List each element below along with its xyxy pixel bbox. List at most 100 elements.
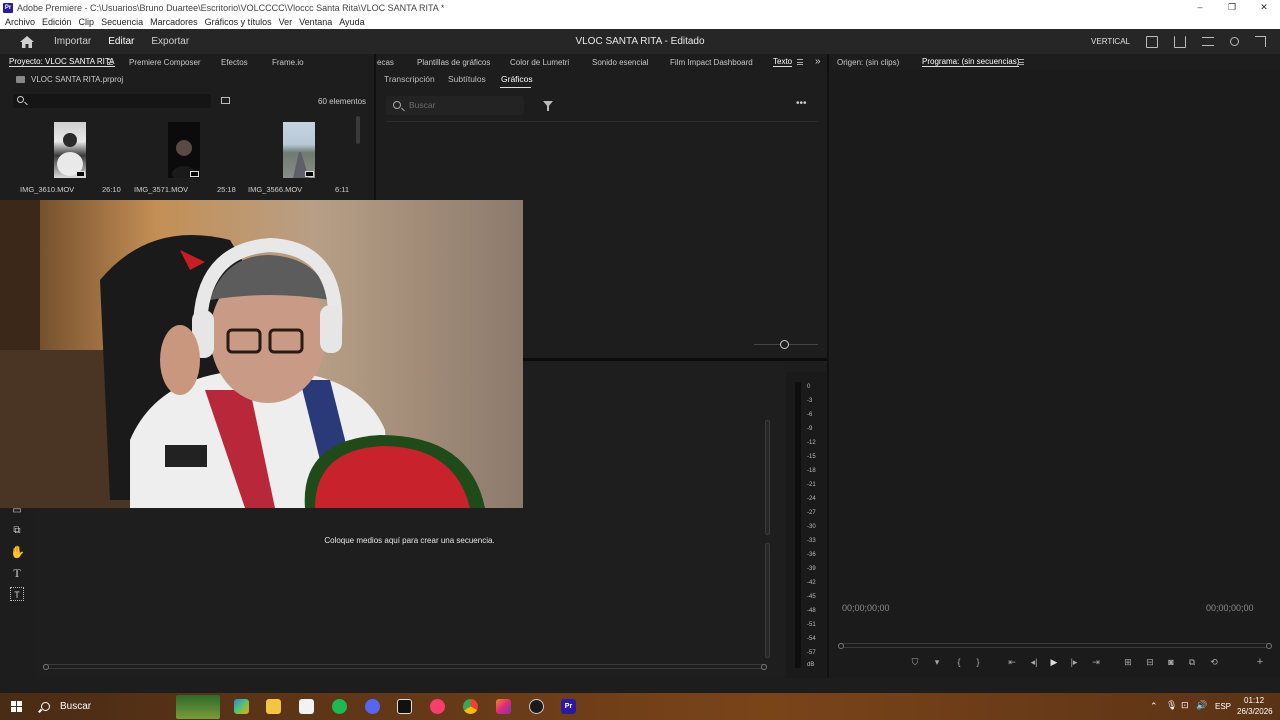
graphics-search-input[interactable]: Buscar [386,96,524,115]
panel-overflow-icon[interactable]: » [815,56,821,67]
insert-icon[interactable]: ⊞ [1122,655,1134,669]
instagram-icon[interactable] [496,699,511,714]
show-hidden-icons-icon[interactable]: ⌃ [1150,701,1158,712]
menu-ventana[interactable]: Ventana [299,17,332,27]
project-scrollbar[interactable] [356,116,360,144]
clock-date[interactable]: 26/3/2026 [1237,707,1273,716]
export-frame-icon[interactable]: ◙ [1165,655,1177,669]
spotify-icon[interactable] [332,699,347,714]
widgets-icon[interactable] [176,695,220,719]
add-marker-icon[interactable]: ⛉ [909,655,921,669]
workspace-layout-label[interactable]: VERTICAL [1091,37,1130,46]
tab-proyecto[interactable]: Proyecto: VLOC SANTA RITA [9,57,115,67]
premiere-taskbar-icon[interactable]: Pr [561,699,576,714]
panel-menu-icon[interactable] [797,59,803,65]
thumbnail-size-slider-knob[interactable] [780,340,789,349]
timecode-playhead[interactable]: 00;00;00;00 [842,603,890,613]
restore-button[interactable]: ❐ [1216,0,1248,15]
tab-premiere-composer[interactable]: Premiere Composer [129,58,201,67]
tab-bibliotecas[interactable]: ecas [377,58,394,67]
tab-sonido-esencial[interactable]: Sonido esencial [592,58,648,67]
microsoft-store-icon[interactable] [299,699,314,714]
program-monitor[interactable] [830,70,1280,678]
overwrite-icon[interactable]: ⊟ [1144,655,1156,669]
menu-secuencia[interactable]: Secuencia [101,17,143,27]
timeline-hscroll-right-handle[interactable] [761,664,767,670]
filter-icon[interactable] [543,101,553,111]
quick-settings-icon[interactable] [1202,37,1214,46]
workspace-editar[interactable]: Editar [108,36,134,47]
timeline-vscroll-bottom[interactable] [765,543,770,658]
panel-menu-icon[interactable] [1018,59,1024,65]
subtab-graficos[interactable]: Gráficos [501,74,533,84]
step-forward-icon[interactable]: |▸ [1068,655,1080,669]
home-icon[interactable] [20,35,34,48]
subtab-transcripcion[interactable]: Transcripción [384,74,435,84]
timeline-hscroll[interactable] [43,664,767,670]
menu-graficos[interactable]: Gráficos y títulos [205,17,272,27]
mark-in-icon[interactable]: { [953,655,965,669]
close-button[interactable]: ✕ [1248,0,1280,15]
comparison-view-icon[interactable]: ⧉ [1186,655,1198,669]
tab-origen[interactable]: Origen: (sin clips) [837,58,899,67]
taskbar-search[interactable]: Buscar [34,695,174,718]
step-back-icon[interactable]: ◂| [1028,655,1040,669]
fullscreen-icon[interactable] [1255,36,1266,47]
clip-thumbnail[interactable] [283,122,315,178]
discord-icon[interactable] [365,699,380,714]
itunes-icon[interactable] [430,699,445,714]
microphone-icon[interactable]: 🎙 [1166,700,1177,711]
tab-programa[interactable]: Programa: (sin secuencias) [922,57,1020,67]
clock-time[interactable]: 01:12 [1244,696,1264,705]
slip-tool-icon[interactable]: ⧉ [10,524,24,538]
hand-tool-icon[interactable]: ✋ [10,545,25,559]
workspace-exportar[interactable]: Exportar [151,36,189,47]
more-options-icon[interactable]: ••• [796,98,807,109]
divider-graphics-monitor[interactable] [827,54,829,678]
clip-thumbnail[interactable] [168,122,200,182]
go-to-in-icon[interactable]: ⇤ [1006,655,1018,669]
go-to-out-icon[interactable]: ⇥ [1090,655,1102,669]
menu-edicion[interactable]: Edición [42,17,72,27]
mark-out-icon[interactable]: } [972,655,984,669]
volume-icon[interactable]: 🔊 [1196,700,1207,711]
vertical-type-tool-icon[interactable]: T [10,587,24,601]
project-search-input[interactable] [13,94,211,108]
menu-clip[interactable]: Clip [79,17,95,27]
panel-menu-icon[interactable] [107,59,113,65]
marker-icon[interactable]: ▾ [931,655,943,669]
share-icon[interactable] [1174,35,1186,48]
tab-frameio[interactable]: Frame.io [272,58,304,67]
tab-plantillas-graficos[interactable]: Plantillas de gráficos [417,58,490,67]
panel-layout-icon[interactable] [1146,35,1158,48]
monitor-scrub-bar[interactable] [838,643,1272,649]
new-bin-icon[interactable] [221,97,230,104]
file-explorer-icon[interactable] [266,699,281,714]
search-icon[interactable] [1230,37,1239,46]
play-icon[interactable]: ▶ [1048,655,1060,669]
tab-efectos[interactable]: Efectos [221,58,248,67]
copilot-icon[interactable] [234,699,249,714]
chrome-icon[interactable] [463,699,478,714]
menu-archivo[interactable]: Archivo [5,17,35,27]
tab-color-lumetri[interactable]: Color de Lumetri [510,58,569,67]
scrub-left-handle[interactable] [838,643,844,649]
tab-texto[interactable]: Texto [773,57,793,67]
type-tool-icon[interactable]: T [10,566,24,580]
subtab-subtitulos[interactable]: Subtítulos [448,74,486,84]
menu-ayuda[interactable]: Ayuda [339,17,364,27]
menu-marcadores[interactable]: Marcadores [150,17,198,27]
timeline-hscroll-left-handle[interactable] [43,664,49,670]
project-file-row[interactable]: VLOC SANTA RITA.prproj [16,75,123,84]
timeline-vscroll-top[interactable] [765,420,770,535]
menu-ver[interactable]: Ver [279,17,293,27]
start-button[interactable] [11,701,22,712]
proxy-toggle-icon[interactable]: ⟲ [1208,655,1220,669]
obs-icon[interactable] [529,699,544,714]
capcut-icon[interactable] [397,699,412,714]
network-icon[interactable]: ⊡ [1181,700,1189,711]
clip-thumbnail[interactable] [54,122,86,178]
workspace-importar[interactable]: Importar [54,36,91,47]
button-editor-icon[interactable]: + [1254,655,1266,669]
minimize-button[interactable]: – [1184,0,1216,15]
